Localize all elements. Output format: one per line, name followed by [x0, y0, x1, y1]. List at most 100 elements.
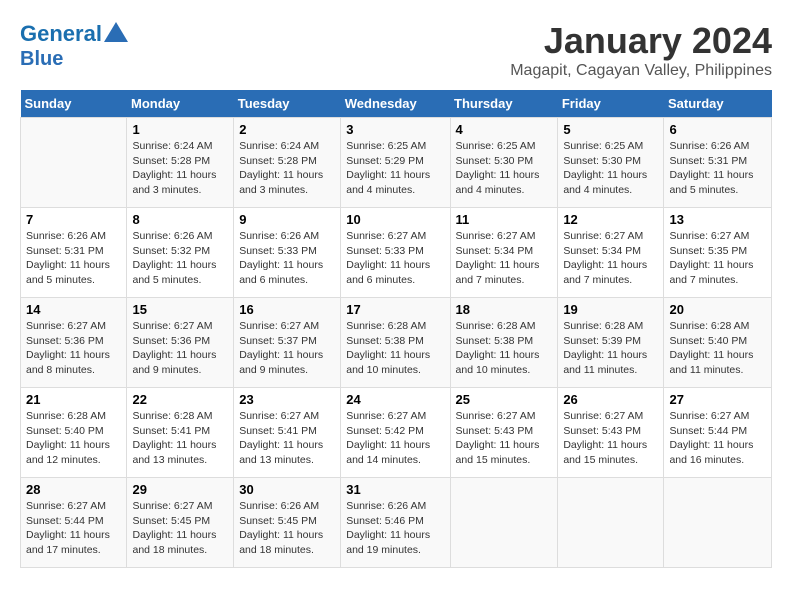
calendar-cell: 8 Sunrise: 6:26 AMSunset: 5:32 PMDayligh… — [127, 208, 234, 298]
day-number: 10 — [346, 212, 444, 227]
day-info: Sunrise: 6:27 AMSunset: 5:44 PMDaylight:… — [669, 409, 766, 468]
calendar-cell: 19 Sunrise: 6:28 AMSunset: 5:39 PMDaylig… — [558, 298, 664, 388]
calendar-week-5: 28 Sunrise: 6:27 AMSunset: 5:44 PMDaylig… — [21, 478, 772, 568]
day-number: 2 — [239, 122, 335, 137]
day-info: Sunrise: 6:28 AMSunset: 5:40 PMDaylight:… — [26, 409, 121, 468]
day-info: Sunrise: 6:27 AMSunset: 5:43 PMDaylight:… — [563, 409, 658, 468]
day-number: 4 — [456, 122, 553, 137]
day-info: Sunrise: 6:25 AMSunset: 5:30 PMDaylight:… — [563, 139, 658, 198]
calendar-cell: 15 Sunrise: 6:27 AMSunset: 5:36 PMDaylig… — [127, 298, 234, 388]
calendar-cell: 29 Sunrise: 6:27 AMSunset: 5:45 PMDaylig… — [127, 478, 234, 568]
day-number: 3 — [346, 122, 444, 137]
calendar-week-2: 7 Sunrise: 6:26 AMSunset: 5:31 PMDayligh… — [21, 208, 772, 298]
day-info: Sunrise: 6:27 AMSunset: 5:36 PMDaylight:… — [26, 319, 121, 378]
day-info: Sunrise: 6:26 AMSunset: 5:31 PMDaylight:… — [669, 139, 766, 198]
day-number: 27 — [669, 392, 766, 407]
calendar-cell: 18 Sunrise: 6:28 AMSunset: 5:38 PMDaylig… — [450, 298, 558, 388]
day-number: 30 — [239, 482, 335, 497]
day-info: Sunrise: 6:28 AMSunset: 5:38 PMDaylight:… — [346, 319, 444, 378]
day-info: Sunrise: 6:27 AMSunset: 5:41 PMDaylight:… — [239, 409, 335, 468]
logo: General Blue — [20, 20, 130, 70]
page-header: General Blue January 2024 Magapit, Cagay… — [20, 20, 772, 80]
calendar-cell: 27 Sunrise: 6:27 AMSunset: 5:44 PMDaylig… — [664, 388, 772, 478]
day-info: Sunrise: 6:27 AMSunset: 5:35 PMDaylight:… — [669, 229, 766, 288]
calendar-cell: 7 Sunrise: 6:26 AMSunset: 5:31 PMDayligh… — [21, 208, 127, 298]
calendar-table: Sunday Monday Tuesday Wednesday Thursday… — [20, 90, 772, 568]
day-number: 7 — [26, 212, 121, 227]
calendar-cell: 22 Sunrise: 6:28 AMSunset: 5:41 PMDaylig… — [127, 388, 234, 478]
col-thursday: Thursday — [450, 90, 558, 118]
calendar-cell: 9 Sunrise: 6:26 AMSunset: 5:33 PMDayligh… — [234, 208, 341, 298]
calendar-cell: 26 Sunrise: 6:27 AMSunset: 5:43 PMDaylig… — [558, 388, 664, 478]
day-info: Sunrise: 6:25 AMSunset: 5:29 PMDaylight:… — [346, 139, 444, 198]
day-info: Sunrise: 6:28 AMSunset: 5:41 PMDaylight:… — [132, 409, 228, 468]
day-info: Sunrise: 6:26 AMSunset: 5:31 PMDaylight:… — [26, 229, 121, 288]
day-number: 15 — [132, 302, 228, 317]
day-info: Sunrise: 6:27 AMSunset: 5:34 PMDaylight:… — [456, 229, 553, 288]
day-number: 24 — [346, 392, 444, 407]
calendar-cell: 10 Sunrise: 6:27 AMSunset: 5:33 PMDaylig… — [341, 208, 450, 298]
calendar-week-3: 14 Sunrise: 6:27 AMSunset: 5:36 PMDaylig… — [21, 298, 772, 388]
calendar-cell: 12 Sunrise: 6:27 AMSunset: 5:34 PMDaylig… — [558, 208, 664, 298]
day-info: Sunrise: 6:25 AMSunset: 5:30 PMDaylight:… — [456, 139, 553, 198]
logo-text-blue: Blue — [20, 48, 130, 70]
calendar-cell: 17 Sunrise: 6:28 AMSunset: 5:38 PMDaylig… — [341, 298, 450, 388]
day-number: 29 — [132, 482, 228, 497]
day-number: 6 — [669, 122, 766, 137]
day-info: Sunrise: 6:27 AMSunset: 5:36 PMDaylight:… — [132, 319, 228, 378]
calendar-cell: 31 Sunrise: 6:26 AMSunset: 5:46 PMDaylig… — [341, 478, 450, 568]
calendar-cell: 21 Sunrise: 6:28 AMSunset: 5:40 PMDaylig… — [21, 388, 127, 478]
calendar-cell: 23 Sunrise: 6:27 AMSunset: 5:41 PMDaylig… — [234, 388, 341, 478]
day-number: 13 — [669, 212, 766, 227]
location-subtitle: Magapit, Cagayan Valley, Philippines — [510, 62, 772, 80]
calendar-cell — [21, 118, 127, 208]
calendar-cell: 16 Sunrise: 6:27 AMSunset: 5:37 PMDaylig… — [234, 298, 341, 388]
calendar-cell: 14 Sunrise: 6:27 AMSunset: 5:36 PMDaylig… — [21, 298, 127, 388]
day-number: 21 — [26, 392, 121, 407]
calendar-cell: 2 Sunrise: 6:24 AMSunset: 5:28 PMDayligh… — [234, 118, 341, 208]
day-number: 14 — [26, 302, 121, 317]
day-number: 8 — [132, 212, 228, 227]
day-number: 25 — [456, 392, 553, 407]
calendar-cell: 6 Sunrise: 6:26 AMSunset: 5:31 PMDayligh… — [664, 118, 772, 208]
month-title: January 2024 — [510, 20, 772, 62]
day-number: 31 — [346, 482, 444, 497]
day-number: 12 — [563, 212, 658, 227]
day-number: 26 — [563, 392, 658, 407]
calendar-cell: 5 Sunrise: 6:25 AMSunset: 5:30 PMDayligh… — [558, 118, 664, 208]
calendar-cell — [450, 478, 558, 568]
calendar-cell: 25 Sunrise: 6:27 AMSunset: 5:43 PMDaylig… — [450, 388, 558, 478]
day-number: 5 — [563, 122, 658, 137]
header-row: Sunday Monday Tuesday Wednesday Thursday… — [21, 90, 772, 118]
day-info: Sunrise: 6:28 AMSunset: 5:39 PMDaylight:… — [563, 319, 658, 378]
day-number: 28 — [26, 482, 121, 497]
calendar-cell: 1 Sunrise: 6:24 AMSunset: 5:28 PMDayligh… — [127, 118, 234, 208]
day-info: Sunrise: 6:26 AMSunset: 5:33 PMDaylight:… — [239, 229, 335, 288]
day-info: Sunrise: 6:24 AMSunset: 5:28 PMDaylight:… — [239, 139, 335, 198]
calendar-cell: 24 Sunrise: 6:27 AMSunset: 5:42 PMDaylig… — [341, 388, 450, 478]
calendar-cell: 4 Sunrise: 6:25 AMSunset: 5:30 PMDayligh… — [450, 118, 558, 208]
day-info: Sunrise: 6:27 AMSunset: 5:37 PMDaylight:… — [239, 319, 335, 378]
day-info: Sunrise: 6:27 AMSunset: 5:44 PMDaylight:… — [26, 499, 121, 558]
col-friday: Friday — [558, 90, 664, 118]
logo-icon — [102, 20, 130, 48]
day-number: 11 — [456, 212, 553, 227]
day-info: Sunrise: 6:26 AMSunset: 5:32 PMDaylight:… — [132, 229, 228, 288]
day-number: 17 — [346, 302, 444, 317]
day-number: 18 — [456, 302, 553, 317]
logo-text-general: General — [20, 22, 102, 46]
day-info: Sunrise: 6:26 AMSunset: 5:46 PMDaylight:… — [346, 499, 444, 558]
calendar-week-1: 1 Sunrise: 6:24 AMSunset: 5:28 PMDayligh… — [21, 118, 772, 208]
day-number: 19 — [563, 302, 658, 317]
col-wednesday: Wednesday — [341, 90, 450, 118]
day-number: 20 — [669, 302, 766, 317]
calendar-cell — [664, 478, 772, 568]
title-block: January 2024 Magapit, Cagayan Valley, Ph… — [510, 20, 772, 80]
calendar-cell — [558, 478, 664, 568]
col-sunday: Sunday — [21, 90, 127, 118]
day-number: 23 — [239, 392, 335, 407]
day-info: Sunrise: 6:26 AMSunset: 5:45 PMDaylight:… — [239, 499, 335, 558]
col-tuesday: Tuesday — [234, 90, 341, 118]
day-info: Sunrise: 6:28 AMSunset: 5:38 PMDaylight:… — [456, 319, 553, 378]
day-info: Sunrise: 6:27 AMSunset: 5:43 PMDaylight:… — [456, 409, 553, 468]
